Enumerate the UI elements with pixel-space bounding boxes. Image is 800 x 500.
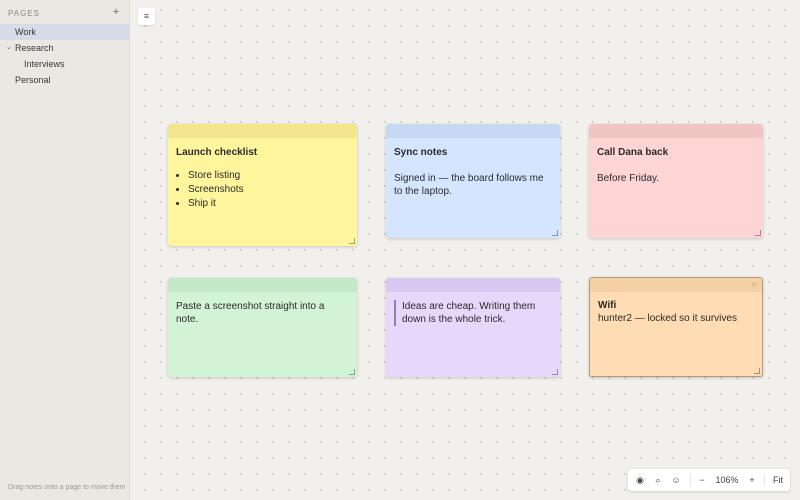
divider	[690, 474, 691, 486]
note-text: Before Friday.	[597, 173, 660, 184]
note-drag-bar[interactable]	[590, 278, 762, 292]
chevron-down-icon[interactable]: ⌄	[6, 40, 12, 56]
note-body[interactable]: Ideas are cheap. Writing them down is th…	[394, 300, 552, 326]
note-drag-bar[interactable]	[168, 124, 357, 138]
note-call-dana[interactable]: Call Dana back Before Friday.	[589, 124, 763, 238]
note-body[interactable]: Wifi hunter2 — locked so it survives	[598, 299, 754, 325]
eye-icon[interactable]: ◉	[632, 469, 648, 491]
note-text: Paste a screenshot straight into a note.	[176, 301, 325, 325]
sidebar-item-label: Personal	[15, 75, 51, 85]
divider	[764, 474, 765, 486]
menu-button[interactable]: ≡	[138, 8, 155, 25]
note-title: Call Dana back	[597, 147, 669, 158]
list-item: Ship it	[188, 197, 349, 211]
resize-handle[interactable]	[349, 369, 355, 375]
resize-handle[interactable]	[754, 368, 760, 374]
note-text: Signed in — the board follows me to the …	[394, 173, 544, 197]
sidebar-item-label: Research	[15, 43, 54, 53]
sidebar-item-personal[interactable]: Personal	[0, 72, 130, 88]
zoom-out-button[interactable]: −	[694, 469, 710, 491]
smiley-icon[interactable]: ☺	[668, 469, 684, 491]
note-blockquote: Ideas are cheap. Writing them down is th…	[394, 300, 552, 326]
zoom-in-button[interactable]: +	[744, 469, 760, 491]
list-item: Store listing	[188, 169, 349, 183]
board-canvas[interactable]	[131, 0, 800, 500]
sidebar-item-work[interactable]: Work	[0, 24, 130, 40]
note-drag-bar[interactable]	[589, 124, 763, 138]
note-title: Wifi	[598, 300, 617, 311]
note-wifi[interactable]: ⌂ Wifi hunter2 — locked so it survives	[589, 277, 763, 377]
zoom-toolbar: ◉ ⌕ ☺ − 106% + Fit	[628, 469, 790, 491]
sidebar-item-interviews[interactable]: Interviews	[0, 56, 130, 72]
sidebar-header: PAGES +	[0, 0, 130, 24]
pages-heading: PAGES	[8, 9, 40, 18]
note-title: Sync notes	[394, 147, 448, 158]
sidebar-item-label: Interviews	[24, 59, 65, 69]
list-item: Screenshots	[188, 183, 349, 197]
note-text: hunter2 — locked so it survives	[598, 313, 737, 324]
note-paste-screenshot[interactable]: Paste a screenshot straight into a note.	[168, 278, 357, 377]
note-sync-notes[interactable]: Sync notes Signed in — the board follows…	[386, 124, 560, 238]
resize-handle[interactable]	[552, 230, 558, 236]
note-drag-bar[interactable]	[386, 278, 560, 292]
fit-button[interactable]: Fit	[768, 469, 788, 491]
note-drag-bar[interactable]	[168, 278, 357, 292]
sidebar-hint: Drag notes onto a page to move them	[8, 484, 126, 491]
note-body[interactable]: Paste a screenshot straight into a note.	[176, 300, 349, 326]
note-body[interactable]: Sync notes Signed in — the board follows…	[394, 146, 552, 198]
note-title: Launch checklist	[176, 147, 258, 158]
resize-handle[interactable]	[552, 369, 558, 375]
note-body[interactable]: Call Dana back Before Friday.	[597, 146, 755, 185]
note-launch-checklist[interactable]: Launch checklist Store listing Screensho…	[168, 124, 357, 246]
note-checklist: Store listing Screenshots Ship it	[176, 169, 349, 211]
resize-handle[interactable]	[349, 238, 355, 244]
sidebar-item-research[interactable]: ⌄ Research	[0, 40, 130, 56]
note-drag-bar[interactable]	[386, 124, 560, 138]
note-body[interactable]: Launch checklist Store listing Screensho…	[176, 146, 349, 211]
note-quote[interactable]: Ideas are cheap. Writing them down is th…	[386, 278, 560, 377]
add-page-button[interactable]: +	[110, 6, 122, 18]
sidebar-item-label: Work	[15, 27, 36, 37]
lock-icon: ⌂	[751, 281, 756, 288]
menu-icon: ≡	[143, 11, 150, 21]
search-icon[interactable]: ⌕	[650, 469, 666, 491]
resize-handle[interactable]	[755, 230, 761, 236]
sidebar: PAGES + Work ⌄ Research Interviews Perso…	[0, 0, 130, 500]
zoom-level[interactable]: 106%	[712, 469, 742, 491]
